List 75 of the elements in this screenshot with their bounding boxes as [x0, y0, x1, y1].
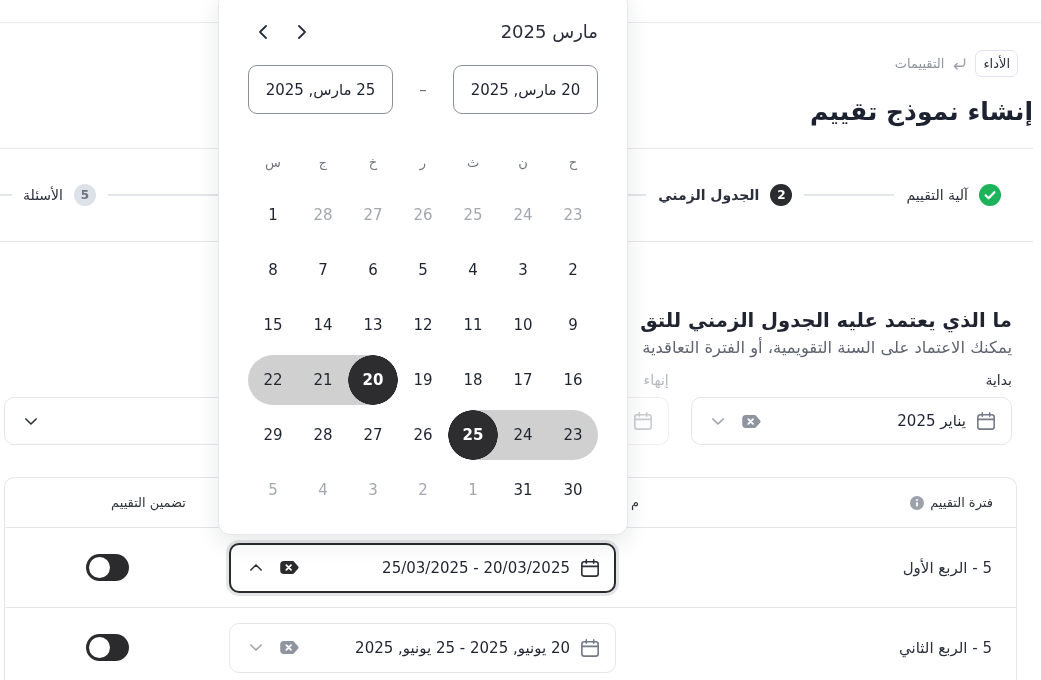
date-range-field[interactable]: 20 يونيو, 2025 - 25 يونيو, 2025	[229, 622, 616, 673]
calendar-day[interactable]: 3	[498, 245, 548, 295]
calendar-day[interactable]: 12	[398, 300, 448, 350]
calendar-day[interactable]: 8	[248, 245, 298, 295]
range-separator: –	[419, 80, 427, 99]
calendar-day[interactable]: 25	[448, 410, 498, 460]
calendar-day[interactable]: 20	[348, 355, 398, 405]
calendar-icon	[977, 412, 995, 430]
section-description: يمكنك الاعتماد على السنة التقويمية، أو الفترة التعاقدية	[642, 337, 1012, 359]
chevron-down-icon	[25, 417, 37, 425]
calendar-day[interactable]: 10	[498, 300, 548, 350]
weekday-label: ج	[318, 154, 328, 170]
step-label: آلية التقييم	[906, 187, 968, 203]
toggle-switch[interactable]	[86, 554, 129, 581]
calendar-day[interactable]: 16	[548, 355, 598, 405]
calendar-day[interactable]: 28	[298, 410, 348, 460]
field-label: إنهاء	[643, 371, 669, 390]
calendar-day[interactable]: 18	[448, 355, 498, 405]
page-title: إنشاء نموذج تقييم	[809, 96, 1033, 129]
calendar-day[interactable]: 30	[548, 465, 598, 515]
calendar-icon	[581, 558, 599, 577]
calendar-day[interactable]: 24	[498, 410, 548, 460]
step-number: 2	[770, 184, 793, 206]
calendar-day[interactable]: 29	[248, 410, 298, 460]
date-range-field[interactable]: 20/03/2025 - 25/03/2025	[229, 542, 616, 593]
section-heading: ما الذي يعتمد عليه الجدول الزمني للتق	[640, 308, 1012, 335]
step-label: الأسئلة	[23, 187, 63, 203]
end-date-input[interactable]: 25 مارس, 2025	[248, 65, 393, 114]
calendar-day[interactable]: 5	[398, 245, 448, 295]
chevron-down-icon	[711, 417, 724, 425]
period-name: 5 - الربع الثاني	[899, 638, 993, 657]
calendar-icon	[633, 412, 652, 430]
toggle-switch[interactable]	[86, 634, 129, 661]
calendar-day[interactable]: 27	[348, 410, 398, 460]
calendar-day[interactable]: 14	[298, 300, 348, 350]
weekday-label: ث	[466, 154, 480, 170]
field-label: بداية	[985, 371, 1012, 390]
weekday-label: خ	[368, 154, 378, 170]
chevron-left-icon	[259, 25, 267, 39]
clear-icon[interactable]	[280, 561, 299, 574]
calendar-day[interactable]: 31	[498, 465, 548, 515]
date-field[interactable]: يناير 2025	[690, 397, 1012, 445]
column-header: فترة التقييم	[930, 495, 993, 510]
calendar-day[interactable]: 23	[548, 410, 598, 460]
period-name: 5 - الربع الأول	[902, 558, 993, 577]
calendar-day[interactable]: 13	[348, 300, 398, 350]
calendar-day[interactable]: 4	[448, 245, 498, 295]
calendar-day[interactable]: 22	[248, 355, 298, 405]
calendar-day[interactable]: 26	[398, 410, 448, 460]
chevron-up-icon	[250, 564, 262, 571]
weekday-label: ن	[518, 154, 528, 170]
step-number: 5	[74, 184, 96, 206]
chevron-right-icon	[298, 25, 306, 39]
calendar-day[interactable]: 6	[348, 245, 398, 295]
weekday-label: س	[265, 154, 281, 170]
weekday-label: ح	[568, 154, 578, 170]
month-title: مارس 2025	[500, 20, 598, 44]
breadcrumb-link[interactable]: الأداء	[975, 50, 1018, 77]
calendar-day[interactable]: 2	[548, 245, 598, 295]
calendar-day[interactable]: 11	[448, 300, 498, 350]
calendar-day[interactable]: 19	[398, 355, 448, 405]
calendar-day[interactable]: 1	[248, 190, 298, 240]
turn-arrow-icon	[953, 57, 967, 70]
calendar-day[interactable]: 9	[548, 300, 598, 350]
chevron-down-icon	[250, 644, 262, 651]
step-label: الجدول الزمني	[658, 187, 760, 203]
calendar-day[interactable]: 7	[298, 245, 348, 295]
weekday-label: ر	[419, 154, 427, 170]
column-header: م	[630, 495, 639, 510]
calendar-day[interactable]: 21	[298, 355, 348, 405]
calendar-icon	[581, 638, 599, 657]
start-date-input[interactable]: 20 مارس, 2025	[453, 65, 598, 114]
calendar-day[interactable]: 15	[248, 300, 298, 350]
calendar-day[interactable]: 17	[498, 355, 548, 405]
column-header: تضمين التقييم	[111, 495, 186, 510]
